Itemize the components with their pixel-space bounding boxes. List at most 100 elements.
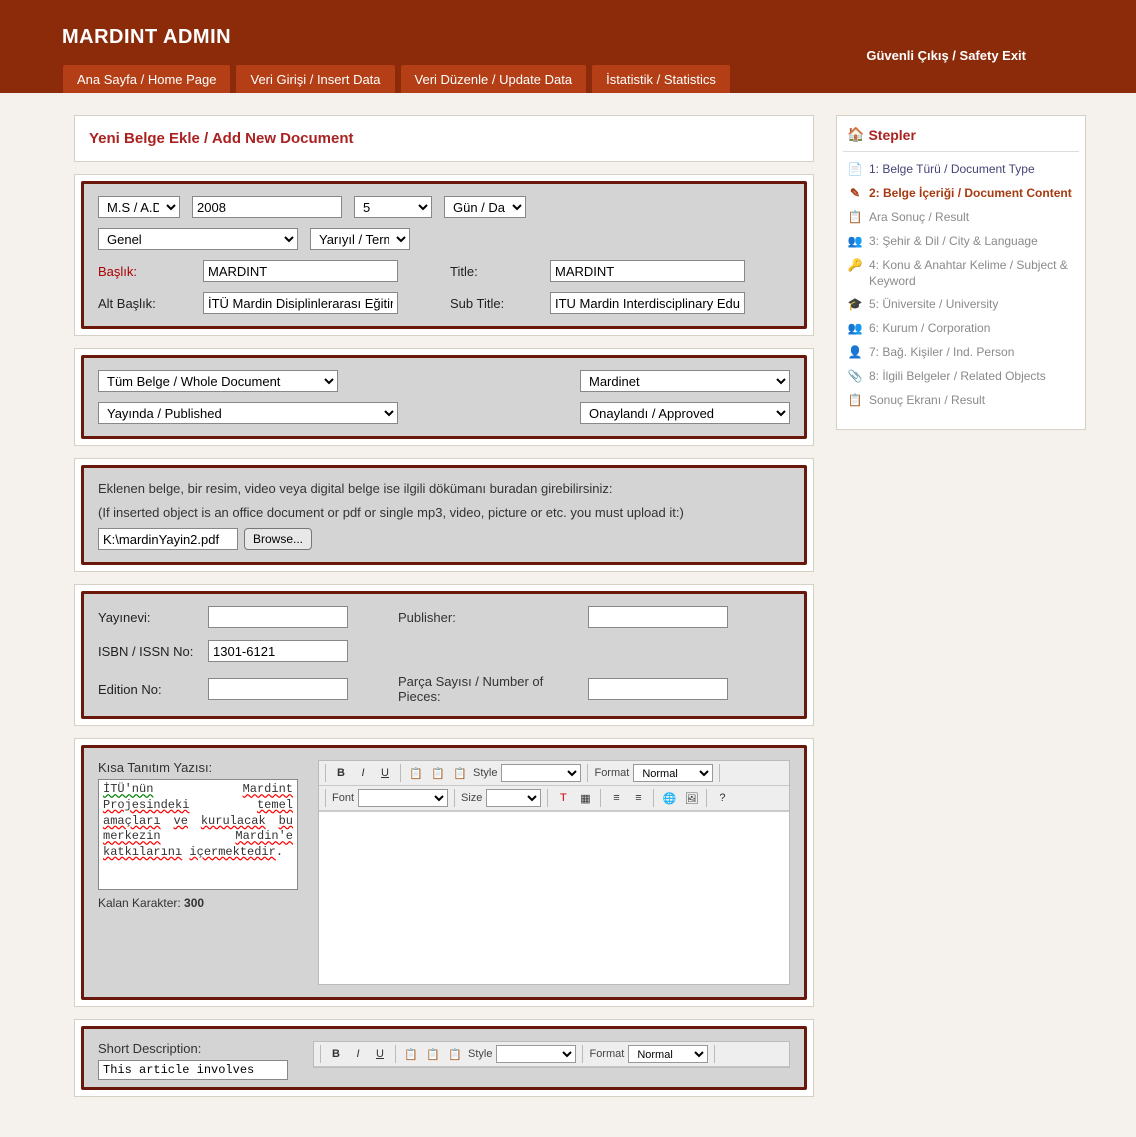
help-icon[interactable]: ? bbox=[713, 789, 731, 807]
page-title: Yeni Belge Ekle / Add New Document bbox=[89, 130, 354, 147]
upload-note-en: (If inserted object is an office documen… bbox=[98, 504, 790, 522]
font-select[interactable] bbox=[358, 789, 448, 807]
page-icon: 📄 bbox=[847, 162, 863, 178]
format-label: Format bbox=[594, 767, 629, 779]
copy-icon[interactable]: 📋 bbox=[402, 1045, 420, 1063]
university-icon: 🎓 bbox=[847, 297, 863, 313]
rich-editor-en[interactable]: B I U 📋 📋 📋 Style Format Normal bbox=[313, 1041, 790, 1068]
pencil-icon: ✎ bbox=[847, 186, 863, 202]
step-3[interactable]: 👥 3: Şehir & Dil / City & Language bbox=[843, 230, 1079, 254]
publisher-label: Publisher: bbox=[398, 610, 588, 625]
format-label: Format bbox=[589, 1048, 624, 1060]
style-label: Style bbox=[473, 767, 497, 779]
nav-home[interactable]: Ana Sayfa / Home Page bbox=[63, 65, 230, 93]
paste-icon[interactable]: 📋 bbox=[424, 1045, 442, 1063]
publisher-input[interactable] bbox=[588, 606, 728, 628]
day-select[interactable]: Gün / Day bbox=[444, 196, 526, 218]
globe-icon: 👥 bbox=[847, 234, 863, 250]
file-path-input[interactable] bbox=[98, 528, 238, 550]
style-select[interactable] bbox=[496, 1045, 576, 1063]
pieces-label: Parça Sayısı / Number of Pieces: bbox=[398, 674, 588, 704]
bold-icon[interactable]: B bbox=[332, 764, 350, 782]
step-1[interactable]: 📄 1: Belge Türü / Document Type bbox=[843, 158, 1079, 182]
style-select[interactable] bbox=[501, 764, 581, 782]
edition-label: Edition No: bbox=[98, 682, 208, 697]
nav-insert[interactable]: Veri Girişi / Insert Data bbox=[236, 65, 394, 93]
building-icon: 👥 bbox=[847, 321, 863, 337]
bold-icon[interactable]: B bbox=[327, 1045, 345, 1063]
year-input[interactable] bbox=[192, 196, 342, 218]
isbn-label: ISBN / ISSN No: bbox=[98, 644, 208, 659]
text-color-icon[interactable]: T bbox=[554, 789, 572, 807]
paste-word-icon[interactable]: 📋 bbox=[446, 1045, 464, 1063]
ol-icon[interactable]: ≡ bbox=[607, 789, 625, 807]
subtitle-label: Sub Title: bbox=[450, 296, 550, 311]
nav-tabs: Ana Sayfa / Home Page Veri Girişi / Inse… bbox=[63, 65, 730, 93]
step-result-2[interactable]: 📋 Sonuç Ekranı / Result bbox=[843, 389, 1079, 413]
altbaslik-input[interactable] bbox=[203, 292, 398, 314]
paste-icon[interactable]: 📋 bbox=[429, 764, 447, 782]
editor-body-tr[interactable] bbox=[319, 811, 789, 984]
pub-status-select[interactable]: Yayında / Published bbox=[98, 402, 398, 424]
step-2[interactable]: ✎ 2: Belge İçeriği / Document Content bbox=[843, 182, 1079, 206]
home-icon: 🏠 bbox=[847, 126, 864, 143]
altbaslik-label: Alt Başlık: bbox=[98, 296, 203, 311]
edition-input[interactable] bbox=[208, 678, 348, 700]
format-select[interactable]: Normal bbox=[633, 764, 713, 782]
era-select[interactable]: M.S / A.D bbox=[98, 196, 180, 218]
source-select[interactable]: Mardinet bbox=[580, 370, 790, 392]
safety-exit-link[interactable]: Güvenli Çıkış / Safety Exit bbox=[866, 48, 1026, 63]
nav-update[interactable]: Veri Düzenle / Update Data bbox=[401, 65, 587, 93]
step-8[interactable]: 📎 8: İlgili Belgeler / Related Objects bbox=[843, 365, 1079, 389]
kisa-label: Kısa Tanıtım Yazısı: bbox=[98, 760, 293, 775]
title-input[interactable] bbox=[550, 260, 745, 282]
paste-word-icon[interactable]: 📋 bbox=[451, 764, 469, 782]
step-7[interactable]: 👤 7: Bağ. Kişiler / Ind. Person bbox=[843, 341, 1079, 365]
underline-icon[interactable]: U bbox=[371, 1045, 389, 1063]
subtitle-input[interactable] bbox=[550, 292, 745, 314]
image-icon[interactable]: 🖼 bbox=[682, 789, 700, 807]
baslik-label: Başlık: bbox=[98, 264, 203, 279]
copy-icon[interactable]: 📋 bbox=[407, 764, 425, 782]
list-icon: 📋 bbox=[847, 393, 863, 409]
font-label: Font bbox=[332, 792, 354, 804]
italic-icon[interactable]: I bbox=[354, 764, 372, 782]
attachment-icon: 📎 bbox=[847, 369, 863, 385]
bg-color-icon[interactable]: ▦ bbox=[576, 789, 594, 807]
style-label: Style bbox=[468, 1048, 492, 1060]
browse-button[interactable]: Browse... bbox=[244, 528, 312, 550]
person-icon: 👤 bbox=[847, 345, 863, 361]
short-textarea[interactable] bbox=[98, 1060, 288, 1080]
underline-icon[interactable]: U bbox=[376, 764, 394, 782]
step-6[interactable]: 👥 6: Kurum / Corporation bbox=[843, 317, 1079, 341]
step-result-1[interactable]: 📋 Ara Sonuç / Result bbox=[843, 206, 1079, 230]
step-5[interactable]: 🎓 5: Üniversite / University bbox=[843, 293, 1079, 317]
month-select[interactable]: 5 bbox=[354, 196, 432, 218]
baslik-input[interactable] bbox=[203, 260, 398, 282]
kalan-karakter: Kalan Karakter: 300 bbox=[98, 896, 293, 910]
category-select[interactable]: Genel bbox=[98, 228, 298, 250]
rich-editor-tr[interactable]: B I U 📋 📋 📋 Style Format Normal bbox=[318, 760, 790, 985]
yayinevi-input[interactable] bbox=[208, 606, 348, 628]
nav-stats[interactable]: İstatistik / Statistics bbox=[592, 65, 730, 93]
short-label: Short Description: bbox=[98, 1041, 288, 1056]
brand-title: MARDINT ADMIN bbox=[62, 26, 231, 49]
key-icon: 🔑 bbox=[847, 258, 863, 274]
link-icon[interactable]: 🌐 bbox=[660, 789, 678, 807]
step-4[interactable]: 🔑 4: Konu & Anahtar Kelime / Subject & K… bbox=[843, 254, 1079, 293]
stepler-title: Stepler bbox=[868, 127, 915, 143]
size-label: Size bbox=[461, 792, 482, 804]
isbn-input[interactable] bbox=[208, 640, 348, 662]
size-select[interactable] bbox=[486, 789, 541, 807]
kisa-textarea[interactable]: İTÜ'nün Mardint Projesindeki temel amaçl… bbox=[98, 779, 298, 890]
title-label: Title: bbox=[450, 264, 550, 279]
ul-icon[interactable]: ≡ bbox=[629, 789, 647, 807]
scope-select[interactable]: Tüm Belge / Whole Document bbox=[98, 370, 338, 392]
yayinevi-label: Yayınevi: bbox=[98, 610, 208, 625]
upload-note-tr: Eklenen belge, bir resim, video veya dig… bbox=[98, 480, 790, 498]
term-select[interactable]: Yarıyıl / Term bbox=[310, 228, 410, 250]
format-select[interactable]: Normal bbox=[628, 1045, 708, 1063]
pieces-input[interactable] bbox=[588, 678, 728, 700]
italic-icon[interactable]: I bbox=[349, 1045, 367, 1063]
approval-select[interactable]: Onaylandı / Approved bbox=[580, 402, 790, 424]
